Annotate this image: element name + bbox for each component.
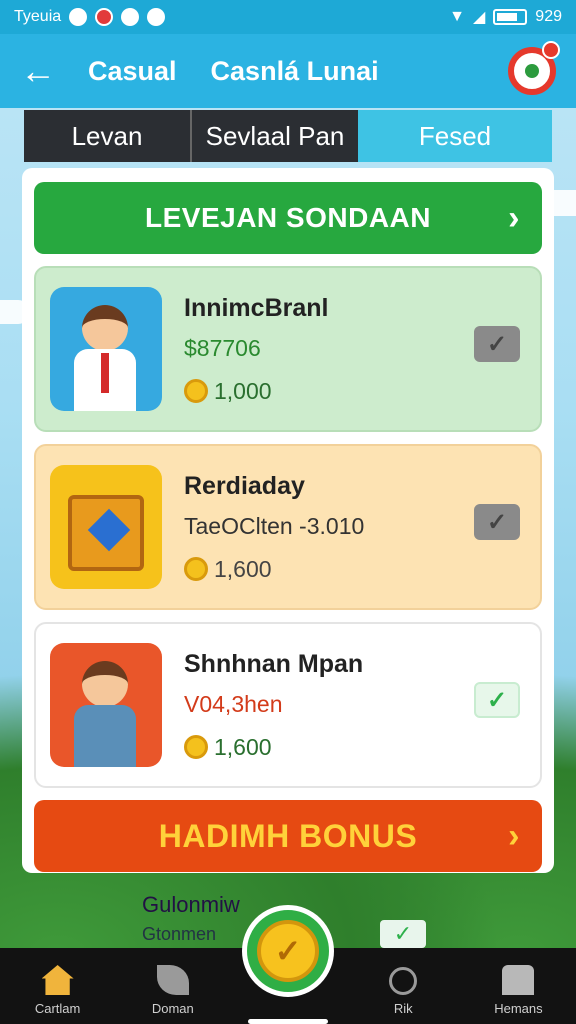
banner-label: LEVEJAN SONDAAN [145,202,431,233]
tab-sevlaal-pan[interactable]: Sevlaal Pan [190,110,358,162]
page-subtitle: Casnlá Lunai [210,55,379,86]
checkbox[interactable]: ✓ [380,920,426,948]
offer-name: Rerdiaday [184,471,305,500]
gift-box-illustration [68,495,144,571]
offer-card[interactable]: Shnhnan Mpan V04,3hen 1,600 ✓ [34,622,542,788]
app-bar: ← Casual Casnlá Lunai [0,34,576,108]
nav-label: Cartlam [34,1001,81,1016]
coin-amount: 1,600 [214,733,272,760]
page-title: Casual [88,55,177,86]
back-arrow-icon[interactable]: ← [20,50,64,92]
face-illustration [82,661,128,707]
nav-item-home[interactable]: Cartlam [0,948,115,1024]
coin-icon [184,735,208,759]
battery-icon [493,9,528,25]
tie-illustration [101,353,109,393]
status-bar: Tyeuia ▼ ◢ 929 [0,0,576,34]
message-icon [121,8,140,26]
notification-icon [69,8,88,26]
group-icon [502,965,535,995]
checkbox[interactable]: ✓ [474,326,520,362]
gift-box-thumbnail [50,465,162,589]
tab-fesed[interactable]: Fesed [358,110,552,162]
badge-icon [542,41,560,59]
nav-label: Hemans [494,1001,543,1016]
leaf-icon [156,965,189,995]
check-coin-icon: ✓ [257,920,319,982]
home-indicator[interactable] [248,1019,328,1024]
chevron-right-icon: › [508,198,520,237]
signal-icon: ◢ [472,9,486,26]
coin-amount: 1,000 [214,377,272,404]
wifi-icon: ▼ [449,8,465,25]
offer-name: InnimcBranl [184,293,329,322]
app-logo-icon[interactable] [508,41,560,95]
status-text: Tyeuia [14,8,62,25]
home-icon [41,965,74,995]
character-thumbnail [50,287,162,411]
checkbox[interactable]: ✓ [474,504,520,540]
offer-panel: LEVEJAN SONDAAN › InnimcBranl $87706 1,0… [22,168,554,873]
coin-icon [184,557,208,581]
offer-card[interactable]: Rerdiaday TaeOClten -3.010 1,600 ✓ [34,444,542,610]
peek-subtitle: Gtonmen [142,924,217,944]
coin-row: 1,000 [184,378,526,405]
body-illustration [74,705,136,767]
bonus-label: HADIMH BONUS [158,817,418,854]
settings-icon [147,8,166,26]
chevron-right-icon: › [508,816,520,855]
nav-label: Rik [393,1001,413,1016]
tab-bar: Levan Sevlaal Pan Fesed [24,110,552,162]
banner-button[interactable]: LEVEJAN SONDAAN › [34,182,542,254]
checkbox[interactable]: ✓ [474,682,520,718]
face-illustration [82,305,128,351]
coin-row: 1,600 [184,556,526,583]
coin-row: 1,600 [184,734,526,761]
offer-name: Shnhnan Mpan [184,649,364,678]
center-action-button[interactable]: ✓ [242,905,334,997]
peek-title: Gulonmiw [142,892,240,917]
search-person-icon [389,967,418,995]
tab-levan[interactable]: Levan [24,110,190,162]
offer-card[interactable]: InnimcBranl $87706 1,000 ✓ [34,266,542,432]
clock: 929 [535,8,562,25]
nav-item-doman[interactable]: Doman [115,948,230,1024]
coin-amount: 1,600 [214,555,272,582]
app-notification-icon [95,8,114,26]
character-thumbnail [50,643,162,767]
nav-label: Doman [151,1001,194,1016]
nav-item-hemans[interactable]: Hemans [461,948,576,1024]
bonus-button[interactable]: HADIMH BONUS › [34,800,542,872]
coin-icon [184,379,208,403]
nav-item-rik[interactable]: Rik [346,948,461,1024]
